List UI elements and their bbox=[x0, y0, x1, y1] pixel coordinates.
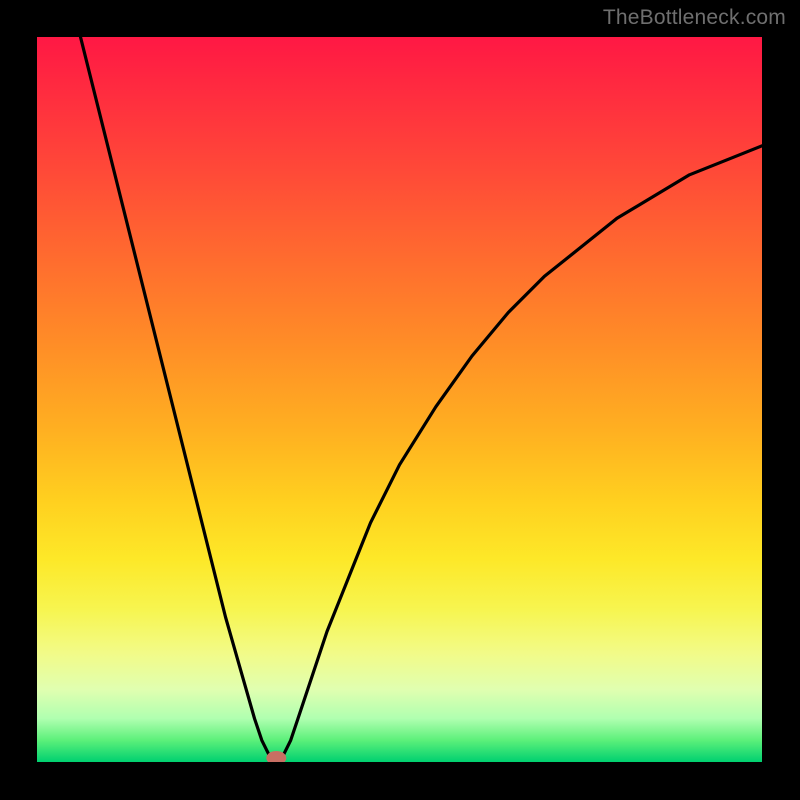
bottleneck-curve bbox=[81, 37, 763, 762]
chart-frame: TheBottleneck.com bbox=[0, 0, 800, 800]
watermark-text: TheBottleneck.com bbox=[603, 6, 786, 30]
bottleneck-curve-svg bbox=[37, 37, 762, 762]
plot-area bbox=[37, 37, 762, 762]
